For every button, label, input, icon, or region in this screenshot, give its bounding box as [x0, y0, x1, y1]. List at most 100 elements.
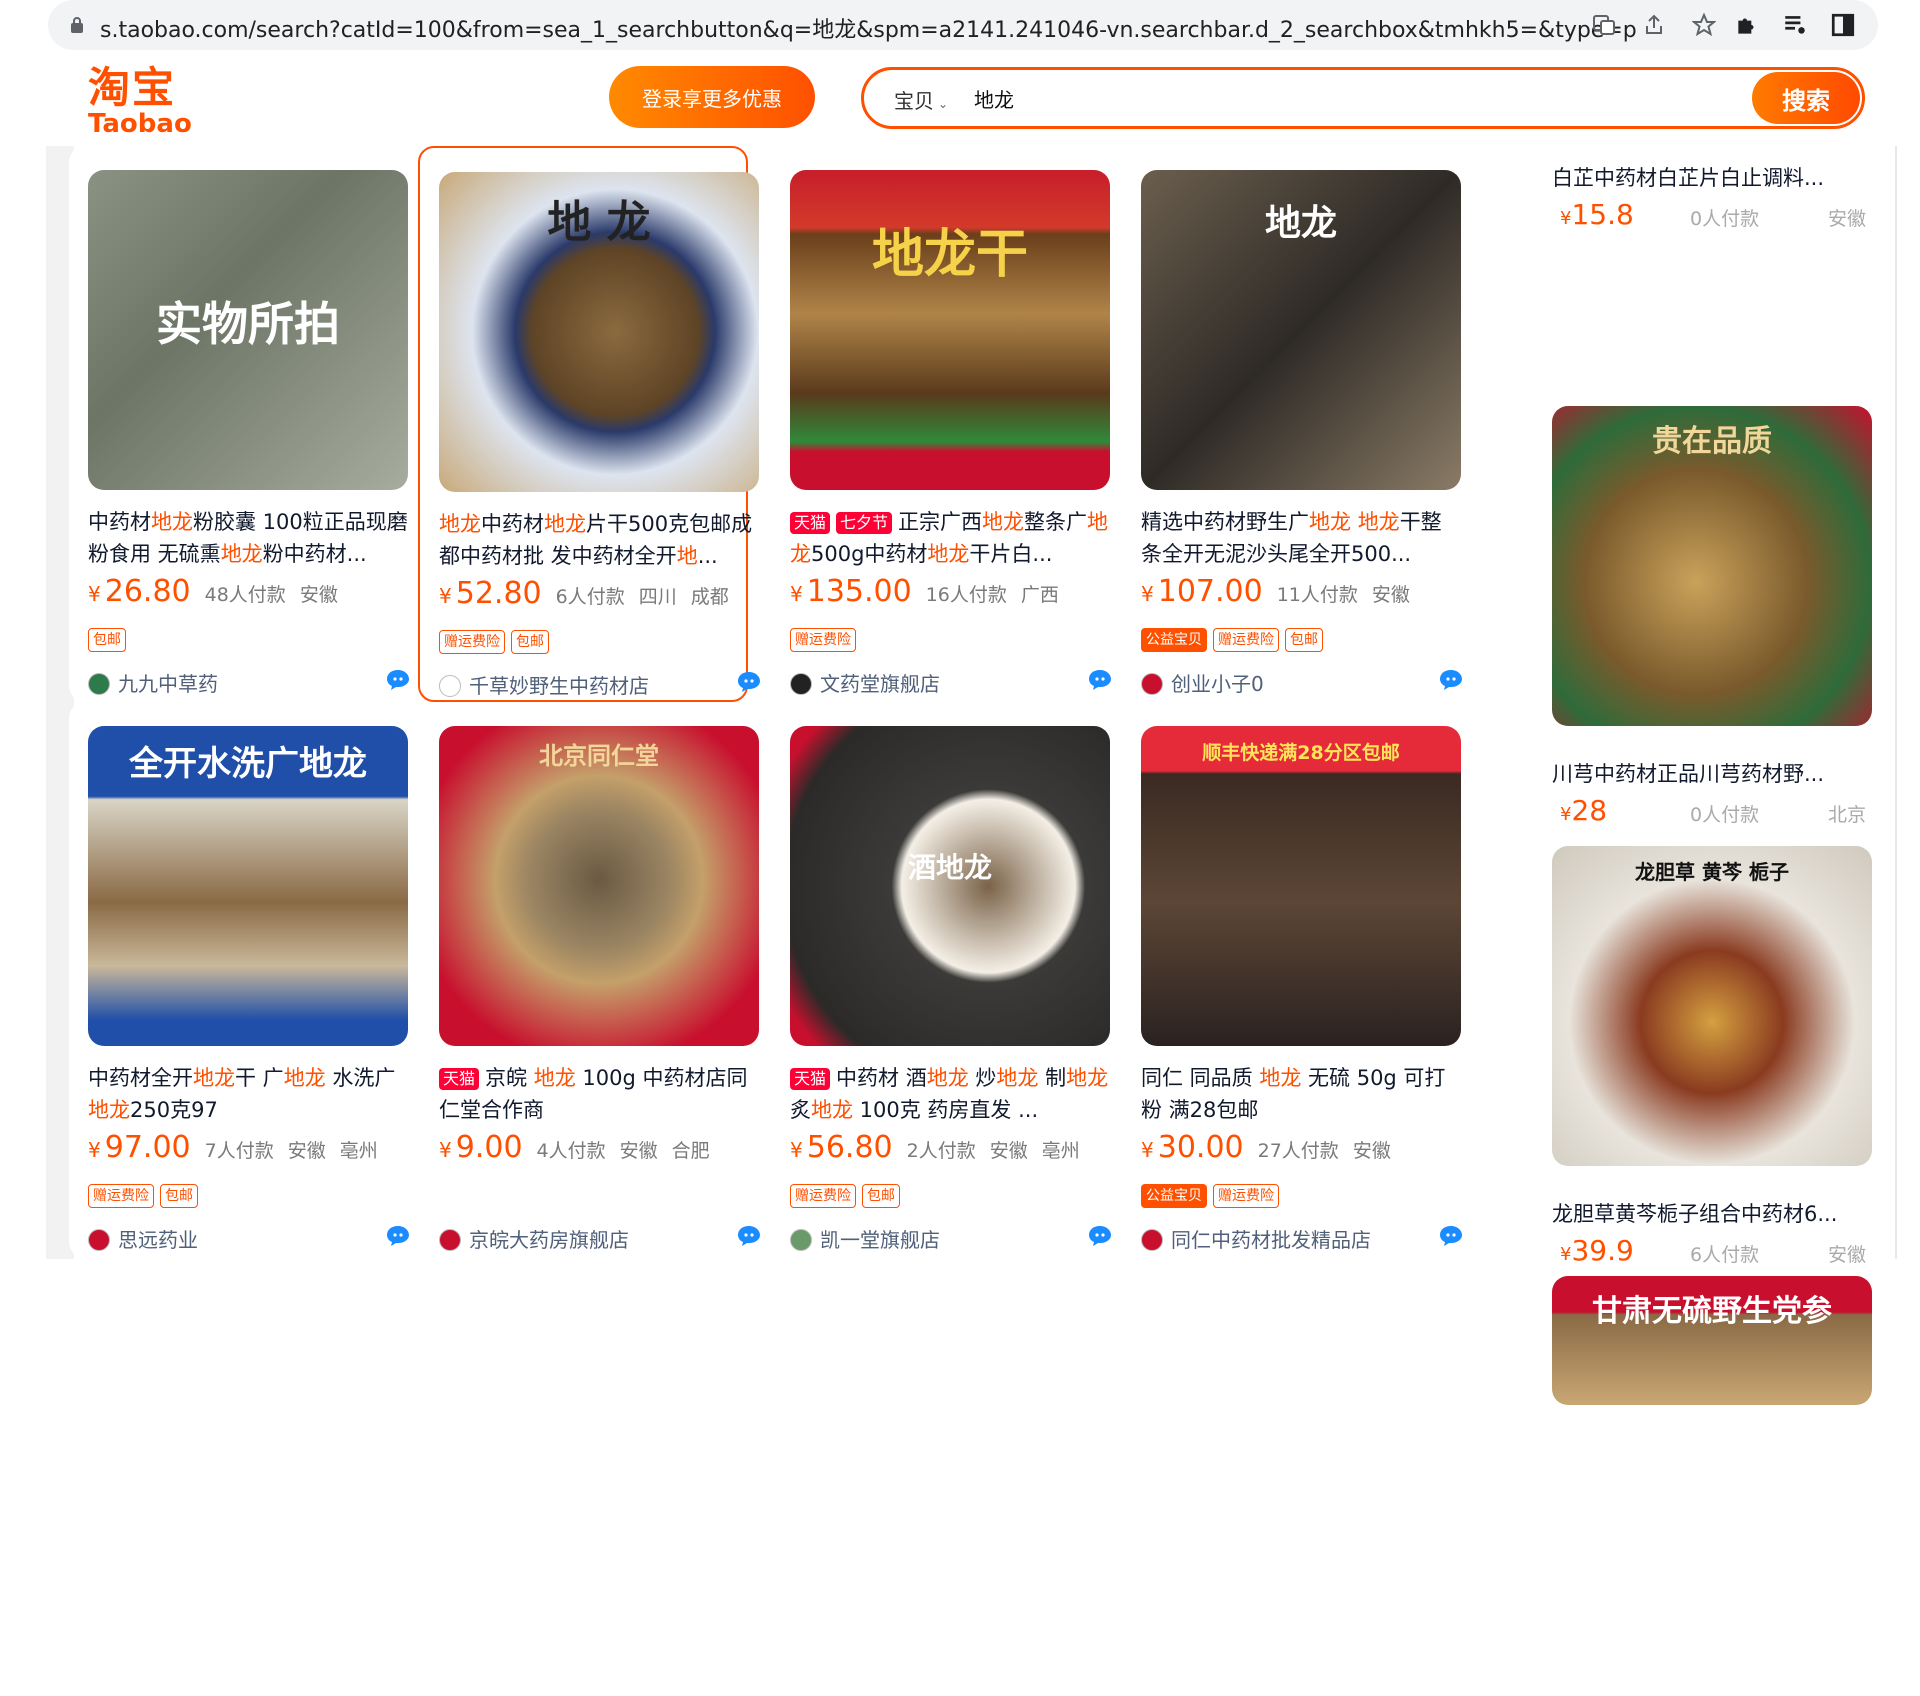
search-input[interactable]	[974, 80, 1574, 116]
price-line: ¥9.00 4人付款 安徽 合肥	[439, 1130, 769, 1165]
shop-logo-icon	[439, 675, 461, 697]
title-text: 水洗广	[325, 1066, 396, 1090]
login-promo-button[interactable]: 登录享更多优惠	[609, 66, 815, 128]
product-title[interactable]: 地龙中药材地龙片干500克包邮成都中药材批 发中药材全开地...	[439, 508, 759, 572]
product-card[interactable]: 酒地龙 天猫 中药材 酒地龙 炒地龙 制地龙 炙地龙 100克 药房直发 ... ¥5…	[771, 702, 1111, 1258]
shop-link[interactable]: 千草妙野生中药材店	[439, 670, 649, 699]
product-title[interactable]: 中药材地龙粉胶囊 100粒正品现磨粉食用 无硫熏地龙粉中药材...	[88, 506, 408, 570]
shop-logo-icon	[88, 673, 110, 695]
bookmark-star-icon[interactable]	[1692, 13, 1716, 37]
product-title[interactable]: 天猫 中药材 酒地龙 炒地龙 制地龙 炙地龙 100克 药房直发 ...	[790, 1062, 1110, 1126]
recommend-item[interactable]: 贵在品质 川芎中药材正品川芎药材野... ¥28 0人付款 北京	[1532, 402, 1872, 827]
keyword-highlight: 地龙	[151, 510, 193, 534]
wangwang-chat-icon[interactable]	[385, 668, 411, 692]
product-image[interactable]: 实物所拍	[88, 170, 408, 490]
address-bar[interactable]: s.taobao.com/search?catId=100&from=sea_1…	[48, 0, 1878, 50]
recommend-title[interactable]: 川芎中药材正品川芎药材野...	[1552, 758, 1862, 788]
tmall-tag: 天猫	[439, 1068, 480, 1090]
title-text: ...	[697, 544, 718, 568]
product-card[interactable]: 地 龙地龙中药材地龙片干500克包邮成都中药材批 发中药材全开地... ¥52.8…	[418, 146, 760, 702]
lock-icon[interactable]	[70, 16, 84, 34]
search-category-select[interactable]: 宝贝 ⌄	[894, 85, 948, 114]
product-card[interactable]: 地龙干天猫 七夕节 正宗广西地龙整条广地龙500g中药材地龙干片白... ¥135.0…	[771, 146, 1111, 702]
wangwang-chat-icon[interactable]	[1438, 1224, 1464, 1248]
recommend-sold: 0人付款	[1690, 804, 1760, 826]
shop-name: 千草妙野生中药材店	[469, 674, 649, 698]
taobao-logo[interactable]: 淘宝 Taobao	[88, 66, 192, 139]
shop-link[interactable]: 文药堂旗舰店	[790, 668, 940, 697]
keyword-highlight: 地龙	[88, 1098, 130, 1122]
title-text: 炙	[790, 1098, 811, 1122]
shop-name: 文药堂旗舰店	[820, 672, 940, 696]
recommend-item[interactable]: 甘肃无硫野生党参	[1532, 1276, 1872, 1696]
keyword-highlight: 地龙	[283, 1066, 326, 1090]
service-badges: 公益宝贝 赠运费险 包邮	[1141, 628, 1329, 652]
product-card[interactable]: 全开水洗广地龙中药材全开地龙干 广地龙 水洗广地龙250克97 ¥97.00 7人付…	[69, 702, 409, 1258]
shop-link[interactable]: 凯一堂旗舰店	[790, 1224, 940, 1253]
wangwang-chat-icon[interactable]	[1087, 668, 1113, 692]
product-title[interactable]: 天猫 京皖 地龙 100g 中药材店同仁堂合作商	[439, 1062, 759, 1126]
shop-link[interactable]: 创业小子0	[1141, 668, 1264, 697]
recommend-image[interactable]: 贵在品质	[1552, 406, 1872, 726]
shop-link[interactable]: 九九中草药	[88, 668, 218, 697]
sidepanel-icon[interactable]	[1830, 12, 1856, 38]
recommend-item[interactable]: 龙胆草 黄芩 栀子 龙胆草黄芩栀子组合中药材6... ¥39.9 6人付款 安徽	[1532, 842, 1872, 1267]
shop-link[interactable]: 同仁中药材批发精品店	[1141, 1224, 1371, 1253]
wangwang-chat-icon[interactable]	[1438, 668, 1464, 692]
shop-name: 同仁中药材批发精品店	[1171, 1228, 1371, 1252]
title-text: 100克 药房直发 ...	[853, 1098, 1039, 1122]
product-title[interactable]: 精选中药材野生广地龙 地龙干整条全开无泥沙头尾全开500...	[1141, 506, 1461, 570]
product-card[interactable]: 顺丰快递满28分区包邮 同仁 同品质 地龙 无硫 50g 可打粉 满28包邮 ¥30…	[1122, 702, 1462, 1258]
service-badge: 公益宝贝	[1141, 628, 1207, 652]
location-city: 亳州	[1041, 1140, 1080, 1162]
location: 安徽	[1371, 584, 1410, 606]
location: 广西	[1020, 584, 1059, 606]
product-title[interactable]: 天猫 七夕节 正宗广西地龙整条广地龙500g中药材地龙干片白...	[790, 506, 1110, 570]
search-button[interactable]: 搜索	[1752, 72, 1860, 124]
shop-logo-icon	[1141, 1229, 1163, 1251]
product-image[interactable]: 地 龙	[439, 172, 759, 492]
sold-count: 7人付款	[204, 1140, 274, 1162]
wangwang-chat-icon[interactable]	[736, 1224, 762, 1248]
product-image-caption: 实物所拍	[156, 297, 340, 351]
product-card[interactable]: 实物所拍 中药材地龙粉胶囊 100粒正品现磨粉食用 无硫熏地龙粉中药材... ¥26…	[69, 146, 409, 702]
product-image[interactable]: 顺丰快递满28分区包邮	[1141, 726, 1461, 1046]
service-badge: 赠运费险	[1213, 1184, 1279, 1208]
recommend-title[interactable]: 白芷中药材白芷片白止调料...	[1552, 162, 1862, 192]
wangwang-chat-icon[interactable]	[736, 670, 762, 694]
shop-logo-icon	[790, 673, 812, 695]
product-image[interactable]: 酒地龙	[790, 726, 1110, 1046]
product-card[interactable]: 地龙 精选中药材野生广地龙 地龙干整条全开无泥沙头尾全开500... ¥107.00…	[1122, 146, 1462, 702]
product-image[interactable]: 全开水洗广地龙	[88, 726, 408, 1046]
wangwang-chat-icon[interactable]	[385, 1224, 411, 1248]
price-line: ¥97.00 7人付款 安徽 亳州	[88, 1130, 418, 1165]
price: ¥135.00	[790, 574, 912, 609]
translate-icon[interactable]	[1592, 13, 1616, 37]
keyword-highlight: 地龙	[1309, 510, 1351, 534]
search-category-label: 宝贝	[894, 89, 934, 113]
shop-link[interactable]: 京皖大药房旗舰店	[439, 1224, 629, 1253]
price: ¥97.00	[88, 1130, 191, 1165]
recommend-sold: 0人付款	[1690, 208, 1760, 230]
product-image[interactable]: 地龙干	[790, 170, 1110, 490]
keyword-highlight: 地龙	[927, 542, 970, 566]
share-icon[interactable]	[1642, 13, 1666, 37]
product-title[interactable]: 中药材全开地龙干 广地龙 水洗广地龙250克97	[88, 1062, 408, 1126]
shop-link[interactable]: 思远药业	[88, 1224, 198, 1253]
extensions-icon[interactable]	[1734, 12, 1760, 38]
service-badge: 赠运费险	[1213, 628, 1279, 652]
recommend-title[interactable]: 龙胆草黄芩栀子组合中药材6...	[1552, 1198, 1862, 1228]
url-text[interactable]: s.taobao.com/search?catId=100&from=sea_1…	[100, 12, 1637, 44]
product-card[interactable]: 北京同仁堂 天猫 京皖 地龙 100g 中药材店同仁堂合作商 ¥9.00 4人付款 安徽合…	[420, 702, 760, 1258]
media-queue-icon[interactable]	[1782, 12, 1808, 38]
recommend-image[interactable]: 甘肃无硫野生党参	[1552, 1276, 1872, 1405]
recommend-price: ¥39.9	[1560, 1234, 1634, 1267]
product-image[interactable]: 北京同仁堂	[439, 726, 759, 1046]
product-image[interactable]: 地龙	[1141, 170, 1461, 490]
shop-name: 创业小子0	[1171, 672, 1264, 696]
recommend-image[interactable]: 龙胆草 黄芩 栀子	[1552, 846, 1872, 1166]
product-title[interactable]: 同仁 同品质 地龙 无硫 50g 可打粉 满28包邮	[1141, 1062, 1461, 1126]
wangwang-chat-icon[interactable]	[1087, 1224, 1113, 1248]
price-line: ¥56.80 2人付款 安徽 亳州	[790, 1130, 1120, 1165]
product-image-caption: 酒地龙	[907, 851, 992, 884]
